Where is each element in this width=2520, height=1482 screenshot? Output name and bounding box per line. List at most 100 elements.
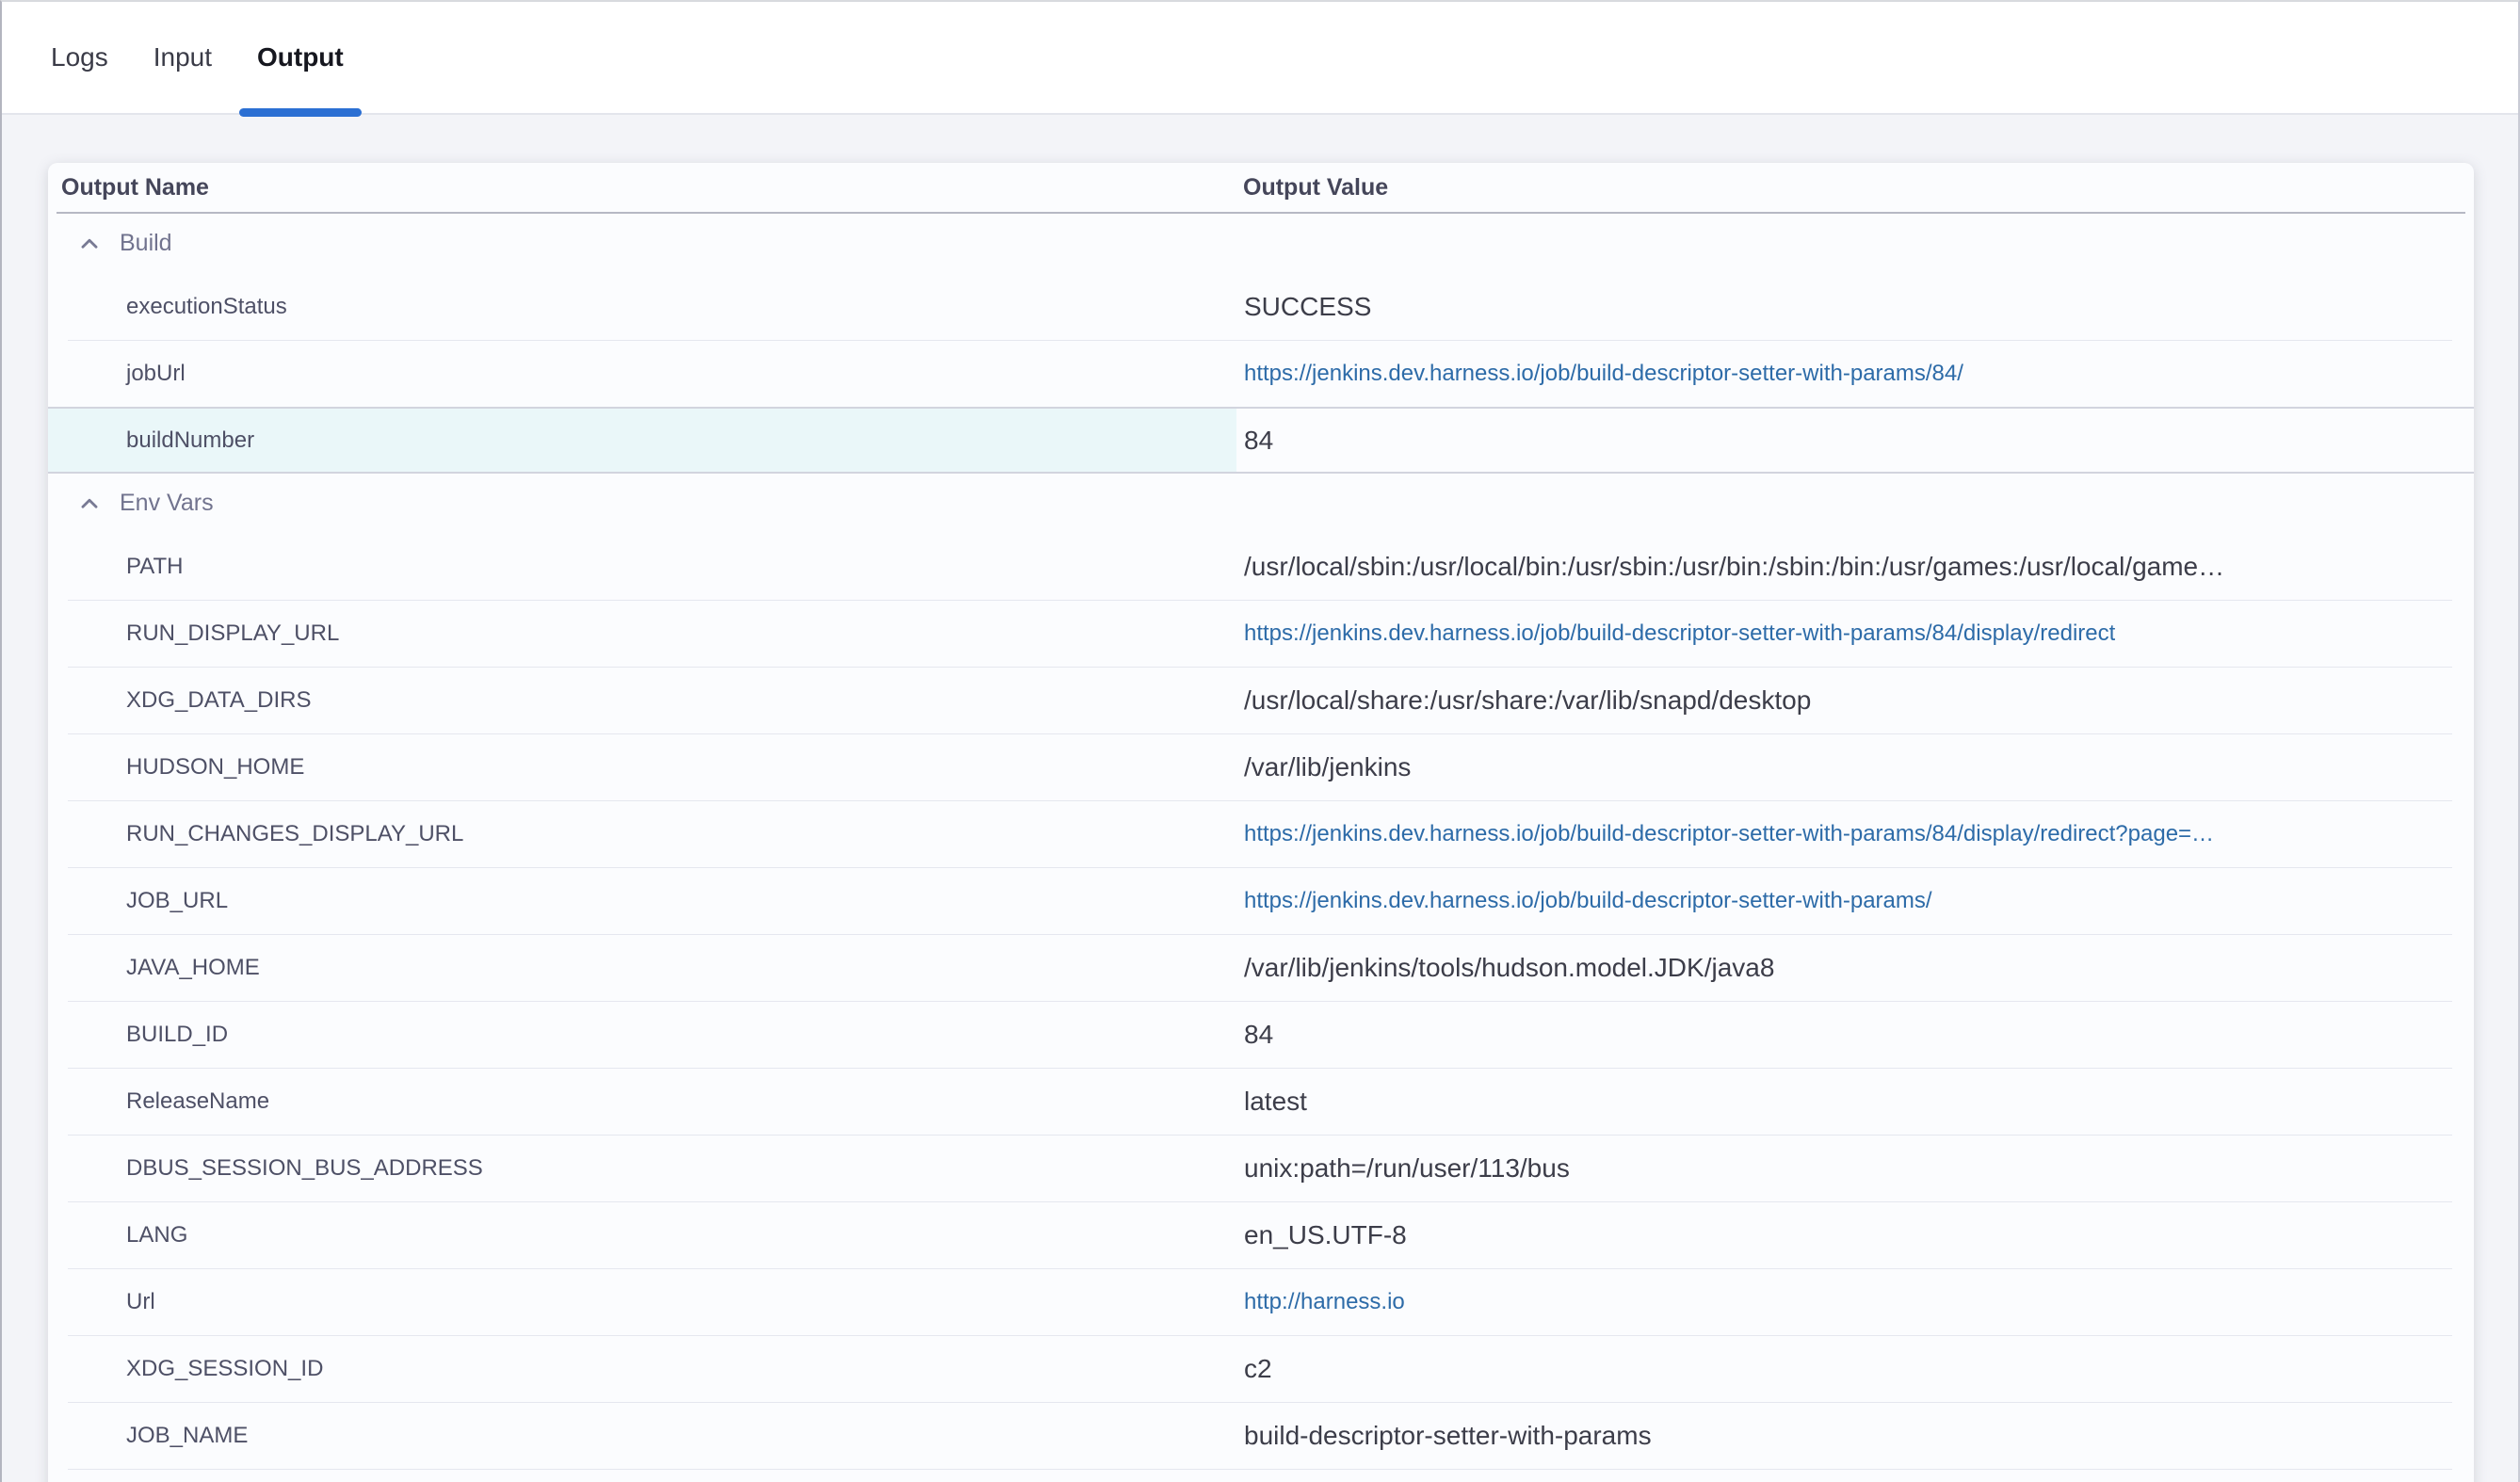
output-name: buildNumber [126, 427, 254, 454]
output-value-link[interactable]: http://harness.io [1244, 1289, 1405, 1315]
table-bottom-divider [48, 1469, 2474, 1470]
tab-logs[interactable]: Logs [33, 2, 126, 113]
output-name-cell: RUN_DISPLAY_URL [48, 600, 1236, 667]
output-value: /usr/local/sbin:/usr/local/bin:/usr/sbin… [1244, 552, 2224, 582]
output-name: RUN_CHANGES_DISPLAY_URL [126, 821, 463, 847]
output-name-cell: ReleaseName [48, 1068, 1236, 1135]
table-row[interactable]: JOB_NAME build-descriptor-setter-with-pa… [48, 1402, 2474, 1469]
output-name: JAVA_HOME [126, 955, 260, 981]
table-row[interactable]: RUN_CHANGES_DISPLAY_URL https://jenkins.… [48, 800, 2474, 867]
column-header-output-name: Output Name [57, 174, 1236, 201]
output-value: unix:path=/run/user/113/bus [1244, 1153, 1570, 1184]
group-row[interactable]: Build [48, 214, 2474, 273]
output-name: RUN_DISPLAY_URL [126, 620, 339, 647]
output-value: build-descriptor-setter-with-params [1244, 1421, 1652, 1451]
output-value-cell: https://jenkins.dev.harness.io/job/build… [1236, 340, 2474, 407]
output-table-body: Build executionStatus SUCCESS jobUrl htt… [48, 214, 2474, 1469]
tab-logs-label: Logs [51, 42, 108, 72]
output-value-link[interactable]: https://jenkins.dev.harness.io/job/build… [1244, 361, 1963, 387]
table-row[interactable]: buildNumber 84 [48, 407, 2474, 474]
group-row[interactable]: Env Vars [48, 474, 2474, 533]
column-header-output-value: Output Value [1236, 174, 2465, 201]
output-name-cell: DBUS_SESSION_BUS_ADDRESS [48, 1135, 1236, 1201]
output-value: 84 [1244, 1020, 1273, 1050]
table-row[interactable]: XDG_SESSION_ID c2 [48, 1335, 2474, 1402]
output-value: SUCCESS [1244, 292, 1371, 322]
output-value-cell: /usr/local/sbin:/usr/local/bin:/usr/sbin… [1236, 533, 2474, 600]
output-value-cell: 84 [1236, 1001, 2474, 1068]
output-name-cell: Url [48, 1268, 1236, 1335]
output-value-cell: https://jenkins.dev.harness.io/job/build… [1236, 867, 2474, 934]
table-row[interactable]: BUILD_ID 84 [48, 1001, 2474, 1068]
output-value-link[interactable]: https://jenkins.dev.harness.io/job/build… [1244, 888, 1932, 914]
output-name-cell: JAVA_HOME [48, 934, 1236, 1001]
output-name: PATH [126, 554, 183, 580]
output-value: /var/lib/jenkins [1244, 752, 1411, 782]
output-value-cell: /var/lib/jenkins/tools/hudson.model.JDK/… [1236, 934, 2474, 1001]
output-value-cell: latest [1236, 1068, 2474, 1135]
table-row[interactable]: XDG_DATA_DIRS /usr/local/share:/usr/shar… [48, 667, 2474, 733]
output-tab-content: Output Name Output Value Build execution… [2, 115, 2518, 1482]
output-name-cell: HUDSON_HOME [48, 733, 1236, 800]
chevron-up-icon[interactable] [77, 232, 102, 256]
output-value-cell: SUCCESS [1236, 273, 2474, 340]
table-row[interactable]: executionStatus SUCCESS [48, 273, 2474, 340]
tab-bar: Logs Input Output [2, 2, 2518, 115]
table-row[interactable]: JAVA_HOME /var/lib/jenkins/tools/hudson.… [48, 934, 2474, 1001]
table-row[interactable]: jobUrl https://jenkins.dev.harness.io/jo… [48, 340, 2474, 407]
output-value: 84 [1244, 426, 1273, 456]
output-value-cell: https://jenkins.dev.harness.io/job/build… [1236, 600, 2474, 667]
table-row[interactable]: RUN_DISPLAY_URL https://jenkins.dev.harn… [48, 600, 2474, 667]
output-value-cell: 84 [1236, 407, 2474, 474]
group-cell: Env Vars [48, 474, 1236, 533]
output-name-cell: XDG_DATA_DIRS [48, 667, 1236, 733]
table-row[interactable]: ReleaseName latest [48, 1068, 2474, 1135]
table-row[interactable]: LANG en_US.UTF-8 [48, 1201, 2474, 1268]
output-value-cell: unix:path=/run/user/113/bus [1236, 1135, 2474, 1201]
output-value-link[interactable]: https://jenkins.dev.harness.io/job/build… [1244, 620, 2115, 647]
output-name: JOB_NAME [126, 1423, 248, 1449]
output-name-cell: BUILD_ID [48, 1001, 1236, 1068]
output-name-cell: buildNumber [48, 407, 1236, 474]
tab-input[interactable]: Input [136, 2, 230, 113]
output-name-cell: JOB_URL [48, 867, 1236, 934]
output-table-card: Output Name Output Value Build execution… [48, 163, 2474, 1482]
step-details-panel: { "tabs": { "items": [ { "label": "Logs"… [0, 0, 2520, 1482]
output-name: XDG_SESSION_ID [126, 1356, 323, 1382]
output-value-cell: http://harness.io [1236, 1268, 2474, 1335]
table-row[interactable]: JOB_URL https://jenkins.dev.harness.io/j… [48, 867, 2474, 934]
table-row[interactable]: Url http://harness.io [48, 1268, 2474, 1335]
output-name-cell: XDG_SESSION_ID [48, 1335, 1236, 1402]
output-value-cell: en_US.UTF-8 [1236, 1201, 2474, 1268]
output-name-cell: PATH [48, 533, 1236, 600]
output-value: latest [1244, 1087, 1307, 1117]
group-cell: Build [48, 214, 1236, 273]
chevron-up-icon[interactable] [77, 491, 102, 516]
table-row[interactable]: HUDSON_HOME /var/lib/jenkins [48, 733, 2474, 800]
output-name: JOB_URL [126, 888, 228, 914]
tab-input-label: Input [153, 42, 212, 72]
tab-output[interactable]: Output [239, 2, 362, 113]
output-name: jobUrl [126, 361, 186, 387]
output-value-cell: c2 [1236, 1335, 2474, 1402]
output-name: XDG_DATA_DIRS [126, 687, 312, 714]
table-row[interactable]: PATH /usr/local/sbin:/usr/local/bin:/usr… [48, 533, 2474, 600]
output-name-cell: JOB_NAME [48, 1402, 1236, 1469]
output-value-cell: build-descriptor-setter-with-params [1236, 1402, 2474, 1469]
output-value-link[interactable]: https://jenkins.dev.harness.io/job/build… [1244, 821, 2214, 847]
group-value-spacer [1236, 214, 2474, 273]
output-value: /usr/local/share:/usr/share:/var/lib/sna… [1244, 685, 1811, 716]
output-name-cell: RUN_CHANGES_DISPLAY_URL [48, 800, 1236, 867]
output-name: LANG [126, 1222, 187, 1248]
output-name-cell: jobUrl [48, 340, 1236, 407]
group-value-spacer [1236, 474, 2474, 533]
table-row[interactable]: DBUS_SESSION_BUS_ADDRESS unix:path=/run/… [48, 1135, 2474, 1201]
output-value: c2 [1244, 1354, 1272, 1384]
output-name: DBUS_SESSION_BUS_ADDRESS [126, 1155, 483, 1182]
output-value-cell: https://jenkins.dev.harness.io/job/build… [1236, 800, 2474, 867]
group-label: Build [120, 230, 172, 257]
output-name: HUDSON_HOME [126, 754, 304, 781]
output-name: Url [126, 1289, 155, 1315]
output-value: en_US.UTF-8 [1244, 1220, 1407, 1250]
output-name-cell: LANG [48, 1201, 1236, 1268]
